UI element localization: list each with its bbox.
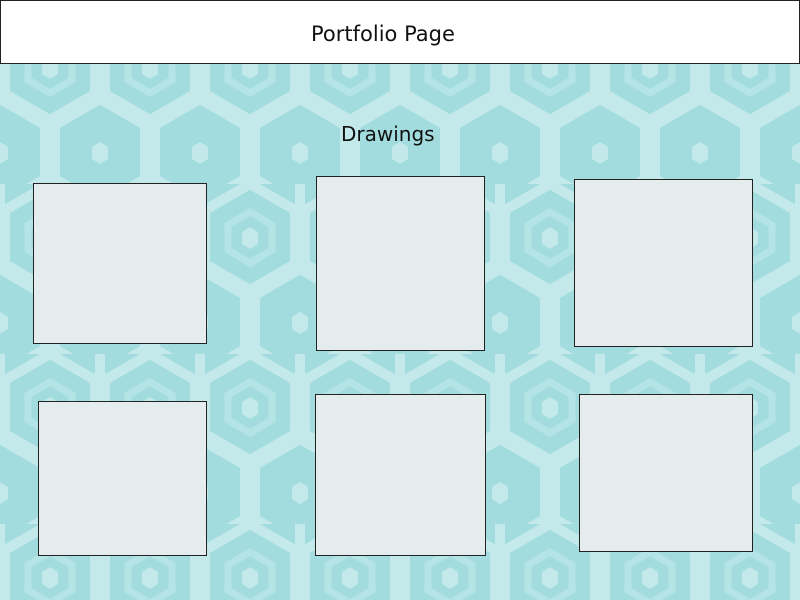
drawing-frame[interactable] [33,183,207,344]
section-title-drawings: Drawings [341,122,435,146]
drawing-frame[interactable] [315,394,486,556]
page-header: Portfolio Page [0,0,800,64]
drawing-frame[interactable] [38,401,207,556]
drawing-frame[interactable] [579,394,753,552]
drawing-frame[interactable] [316,176,485,351]
page-title: Portfolio Page [311,22,455,46]
portfolio-page: Portfolio Page Drawings [0,0,800,600]
drawing-frame[interactable] [574,179,753,347]
